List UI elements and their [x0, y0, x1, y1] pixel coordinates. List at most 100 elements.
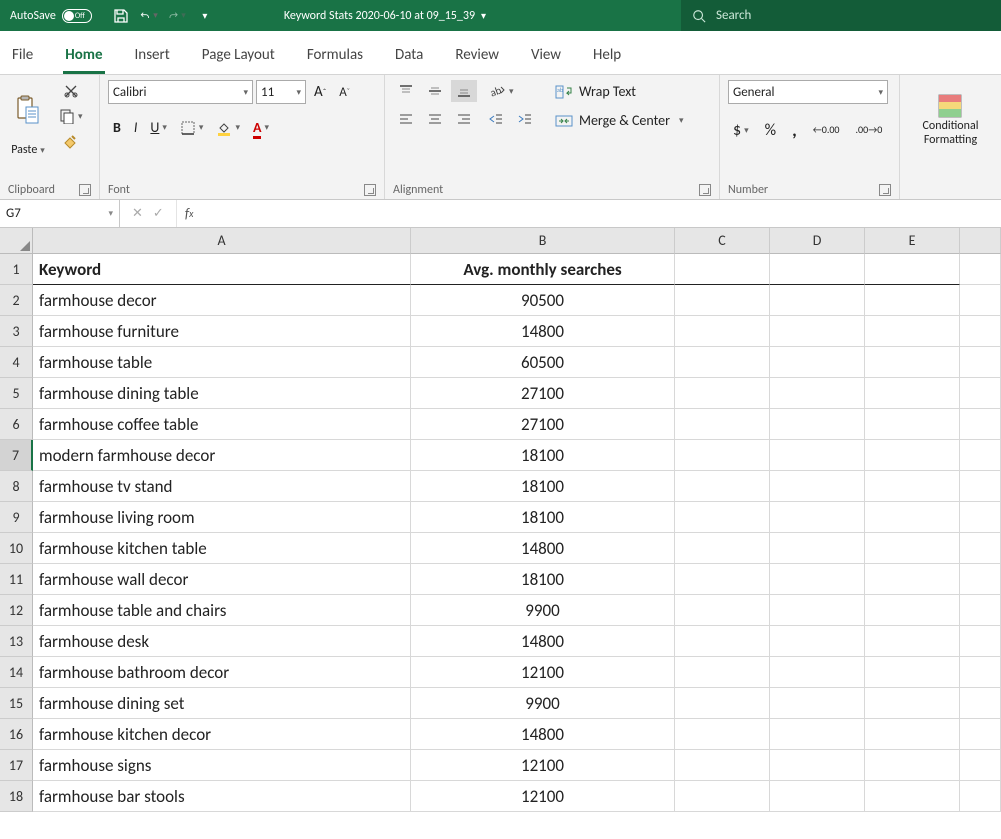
cell-D8[interactable] [770, 471, 865, 502]
cut-button[interactable] [54, 80, 88, 102]
cell[interactable] [960, 378, 1001, 409]
dialog-launcher-icon[interactable] [364, 184, 376, 196]
cell-B2[interactable]: 90500 [411, 285, 675, 316]
cell-D14[interactable] [770, 657, 865, 688]
cell-D15[interactable] [770, 688, 865, 719]
row-header[interactable]: 3 [0, 316, 33, 347]
row-header[interactable]: 4 [0, 347, 33, 378]
cell-C8[interactable] [675, 471, 770, 502]
cell[interactable] [960, 750, 1001, 781]
align-center-button[interactable] [422, 108, 448, 130]
orientation-button[interactable]: ab [483, 80, 519, 102]
cell-A5[interactable]: farmhouse dining table [33, 378, 411, 409]
cell-D5[interactable] [770, 378, 865, 409]
cell[interactable] [960, 657, 1001, 688]
cell-C1[interactable] [675, 254, 770, 285]
cell-E1[interactable] [865, 254, 960, 285]
row-header[interactable]: 9 [0, 502, 33, 533]
conditional-formatting-button[interactable]: Conditional Formatting [918, 80, 984, 160]
cell-A18[interactable]: farmhouse bar stools [33, 781, 411, 812]
cell-B16[interactable]: 14800 [411, 719, 675, 750]
decrease-decimal-button[interactable]: .00→0 [851, 116, 888, 144]
italic-button[interactable]: I [129, 116, 143, 139]
cell[interactable] [960, 471, 1001, 502]
cell-A11[interactable]: farmhouse wall decor [33, 564, 411, 595]
cell-D16[interactable] [770, 719, 865, 750]
cell[interactable] [960, 409, 1001, 440]
cell-B13[interactable]: 14800 [411, 626, 675, 657]
cell-C17[interactable] [675, 750, 770, 781]
cell[interactable] [960, 781, 1001, 812]
row-header[interactable]: 17 [0, 750, 33, 781]
align-middle-button[interactable] [422, 80, 448, 102]
cell-A8[interactable]: farmhouse tv stand [33, 471, 411, 502]
row-header[interactable]: 8 [0, 471, 33, 502]
cell-D9[interactable] [770, 502, 865, 533]
increase-decimal-button[interactable]: ←0.00 [808, 116, 845, 144]
cell-A17[interactable]: farmhouse signs [33, 750, 411, 781]
row-header[interactable]: 7 [0, 440, 33, 471]
cell-D4[interactable] [770, 347, 865, 378]
cell-C13[interactable] [675, 626, 770, 657]
qat-customize-icon[interactable]: ▾ [196, 7, 214, 25]
dialog-launcher-icon[interactable] [699, 184, 711, 196]
cell-D7[interactable] [770, 440, 865, 471]
cell-A1[interactable]: Keyword [33, 254, 411, 285]
accounting-format-button[interactable]: $ [728, 116, 754, 144]
increase-indent-button[interactable] [512, 108, 538, 130]
cell-B1[interactable]: Avg. monthly searches [411, 254, 675, 285]
row-header[interactable]: 10 [0, 533, 33, 564]
cell-E17[interactable] [865, 750, 960, 781]
cell-D17[interactable] [770, 750, 865, 781]
row-header[interactable]: 18 [0, 781, 33, 812]
cell-D2[interactable] [770, 285, 865, 316]
column-header-A[interactable]: A [33, 228, 411, 254]
cell-E15[interactable] [865, 688, 960, 719]
column-header-D[interactable]: D [770, 228, 865, 254]
cell-E5[interactable] [865, 378, 960, 409]
row-header[interactable]: 12 [0, 595, 33, 626]
cell-B7[interactable]: 18100 [411, 440, 675, 471]
cell[interactable] [960, 595, 1001, 626]
column-header-E[interactable]: E [865, 228, 960, 254]
tab-formulas[interactable]: Formulas [305, 38, 365, 74]
decrease-font-button[interactable]: Aˇ [334, 82, 355, 103]
cell[interactable] [960, 285, 1001, 316]
comma-format-button[interactable]: , [787, 116, 802, 144]
format-painter-button[interactable] [54, 130, 88, 154]
cell-E4[interactable] [865, 347, 960, 378]
underline-button[interactable]: U [145, 116, 172, 139]
cell-E14[interactable] [865, 657, 960, 688]
cell-C18[interactable] [675, 781, 770, 812]
cell-E8[interactable] [865, 471, 960, 502]
cell-B6[interactable]: 27100 [411, 409, 675, 440]
cell-D10[interactable] [770, 533, 865, 564]
cell[interactable] [960, 533, 1001, 564]
cell[interactable] [960, 316, 1001, 347]
cell-B9[interactable]: 18100 [411, 502, 675, 533]
row-header[interactable]: 15 [0, 688, 33, 719]
select-all-corner[interactable] [0, 228, 33, 254]
row-header[interactable]: 5 [0, 378, 33, 409]
font-name-select[interactable]: Calibri▾ [108, 80, 253, 104]
cell-C12[interactable] [675, 595, 770, 626]
cell-B8[interactable]: 18100 [411, 471, 675, 502]
tab-data[interactable]: Data [393, 38, 425, 74]
cell-C14[interactable] [675, 657, 770, 688]
cell-E2[interactable] [865, 285, 960, 316]
cell[interactable] [960, 502, 1001, 533]
cell-A3[interactable]: farmhouse furniture [33, 316, 411, 347]
align-right-button[interactable] [451, 108, 477, 130]
cell-C6[interactable] [675, 409, 770, 440]
cell-E12[interactable] [865, 595, 960, 626]
cell-E13[interactable] [865, 626, 960, 657]
search-input[interactable] [716, 8, 991, 23]
align-top-button[interactable] [393, 80, 419, 102]
cell-A10[interactable]: farmhouse kitchen table [33, 533, 411, 564]
spreadsheet-grid[interactable]: ABCDE 1KeywordAvg. monthly searches2farm… [0, 228, 1001, 812]
cell[interactable] [960, 564, 1001, 595]
tab-view[interactable]: View [529, 38, 563, 74]
cell-E18[interactable] [865, 781, 960, 812]
tab-review[interactable]: Review [453, 38, 501, 74]
cell-B10[interactable]: 14800 [411, 533, 675, 564]
